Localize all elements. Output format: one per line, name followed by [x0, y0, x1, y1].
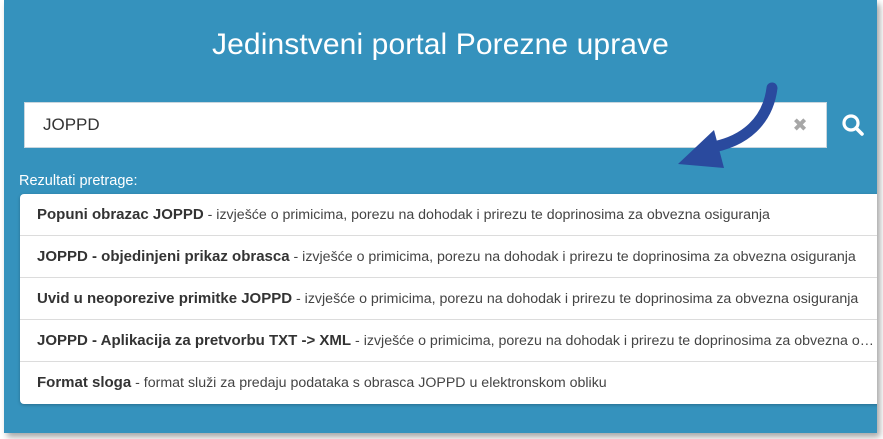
result-title: JOPPD - objedinjeni prikaz obrasca — [37, 248, 290, 265]
result-item[interactable]: Popuni obrazac JOPPD - izvješće o primic… — [20, 194, 877, 236]
search-icon[interactable] — [840, 112, 868, 140]
result-item[interactable]: Uvid u neoporezive primitke JOPPD - izvj… — [20, 278, 877, 320]
result-item[interactable]: Format sloga - format služi za predaju p… — [20, 362, 877, 404]
result-title: Format sloga — [37, 374, 132, 391]
arrow-annotation-icon — [678, 82, 778, 168]
result-description: - izvješće o primicima, porezu na dohoda… — [289, 249, 856, 265]
result-description: - format služi za predaju podataka s obr… — [131, 375, 607, 391]
result-description: - izvješće o primicima, porezu na dohoda… — [292, 291, 859, 307]
result-title: JOPPD - Aplikacija za pretvorbu TXT -> X… — [37, 332, 352, 349]
result-description: - izvješće o primicima, porezu na dohoda… — [351, 333, 877, 349]
result-item[interactable]: JOPPD - objedinjeni prikaz obrasca - izv… — [20, 236, 877, 278]
portal-panel: Jedinstveni portal Porezne uprave ✖ Rezu… — [4, 0, 877, 433]
result-title: Uvid u neoporezive primitke JOPPD — [37, 290, 293, 307]
result-item[interactable]: JOPPD - Aplikacija za pretvorbu TXT -> X… — [20, 320, 877, 362]
results-label: Rezultati pretrage: — [19, 173, 138, 189]
page-title: Jedinstveni portal Porezne uprave — [212, 28, 669, 61]
result-title: Popuni obrazac JOPPD — [37, 206, 204, 223]
result-description: - izvješće o primicima, porezu na dohoda… — [203, 207, 770, 223]
results-list: Popuni obrazac JOPPD - izvješće o primic… — [20, 194, 877, 404]
